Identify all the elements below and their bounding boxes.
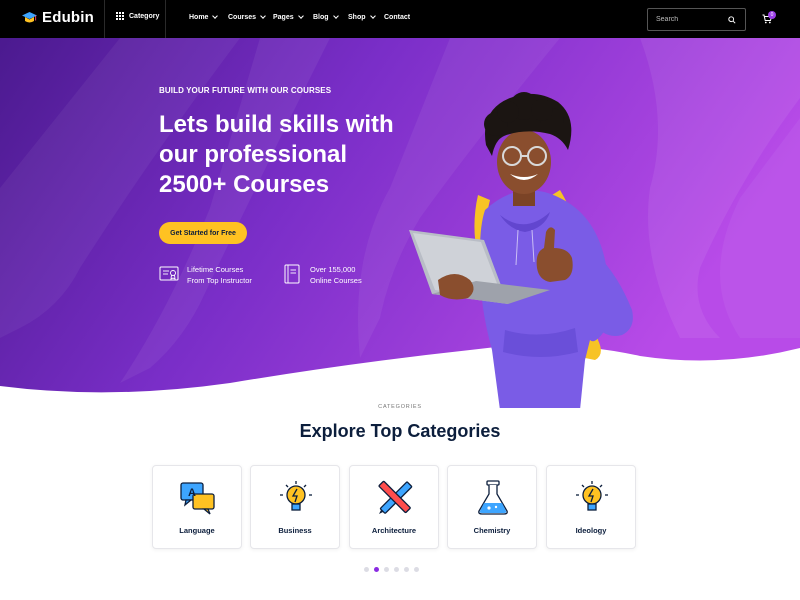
- nav-label: Pages: [273, 14, 294, 21]
- grid-icon: [116, 12, 124, 20]
- feature-line: Over 155,000: [310, 265, 356, 274]
- nav-item-blog[interactable]: Blog: [313, 13, 348, 21]
- brand-logo[interactable]: Edubin: [22, 9, 94, 26]
- category-label: Business: [278, 526, 312, 535]
- category-card-ideology[interactable]: Ideology: [546, 465, 636, 549]
- chevron-down-icon: [369, 13, 376, 19]
- category-carousel: A Language Business Architecture Chemist…: [152, 465, 636, 549]
- nav-item-home[interactable]: Home: [189, 13, 228, 21]
- nav-item-contact[interactable]: Contact: [384, 14, 410, 21]
- feature-line: Lifetime Courses: [187, 265, 244, 274]
- get-started-button[interactable]: Get Started for Free: [159, 222, 247, 244]
- brand-name: Edubin: [42, 9, 95, 26]
- search-icon[interactable]: [728, 16, 736, 24]
- nav-item-courses[interactable]: Courses: [228, 13, 273, 21]
- chevron-down-icon: [332, 13, 339, 19]
- book-icon: [284, 264, 300, 284]
- nav-divider: [165, 0, 166, 38]
- top-navbar: Edubin Category Home Courses Pages Blog …: [0, 0, 800, 38]
- feature-online-courses: Over 155,000 Online Courses: [282, 264, 362, 286]
- lightbulb-icon: [576, 481, 608, 511]
- category-card-architecture[interactable]: Architecture: [349, 465, 439, 549]
- chevron-down-icon: [212, 13, 219, 19]
- main-nav: Home Courses Pages Blog Shop Contact: [189, 13, 410, 21]
- category-label: Language: [179, 526, 215, 535]
- certificate-icon: [159, 266, 179, 281]
- search-input[interactable]: [656, 16, 726, 23]
- category-label: Ideology: [575, 526, 607, 535]
- nav-label: Blog: [313, 14, 329, 21]
- feature-text: Over 155,000 Online Courses: [310, 264, 362, 286]
- carousel-pagination: [364, 567, 419, 572]
- graduation-cap-icon: [22, 11, 37, 22]
- flask-icon: [478, 480, 508, 515]
- hero-title: Lets build skills with our professional …: [159, 110, 419, 200]
- ruler-pencil-icon: [378, 480, 413, 514]
- category-card-business[interactable]: Business: [250, 465, 340, 549]
- feature-line: From Top Instructor: [187, 276, 252, 285]
- hero-banner: BUILD YOUR FUTURE WITH OUR COURSES Lets …: [0, 38, 800, 408]
- carousel-dot[interactable]: [364, 567, 369, 572]
- student-with-laptop-image: [409, 92, 633, 408]
- hero-title-line: 2500+ Courses: [159, 171, 330, 198]
- category-card-chemistry[interactable]: Chemistry: [447, 465, 537, 549]
- categories-title: Explore Top Categories: [299, 421, 501, 441]
- feature-text: Lifetime Courses From Top Instructor: [187, 264, 252, 286]
- language-icon: A: [180, 482, 215, 515]
- nav-label: Home: [189, 14, 209, 21]
- nav-item-shop[interactable]: Shop: [348, 13, 384, 21]
- feature-line: Online Courses: [310, 276, 362, 285]
- nav-divider: [104, 0, 105, 38]
- nav-item-pages[interactable]: Pages: [273, 13, 313, 21]
- svg-text:A: A: [188, 487, 196, 499]
- carousel-dot[interactable]: [404, 567, 409, 572]
- lightbulb-icon: [280, 481, 312, 511]
- category-label: Category: [129, 12, 160, 20]
- category-label: Architecture: [371, 526, 417, 535]
- carousel-dot[interactable]: [414, 567, 419, 572]
- categories-eyebrow: CATEGORIES: [378, 404, 422, 410]
- feature-lifetime-courses: Lifetime Courses From Top Instructor: [159, 264, 252, 286]
- hero-tagline: BUILD YOUR FUTURE WITH OUR COURSES: [159, 86, 332, 95]
- carousel-dot[interactable]: [394, 567, 399, 572]
- nav-label: Contact: [384, 14, 411, 21]
- category-label: Chemistry: [473, 526, 511, 535]
- chevron-down-icon: [260, 13, 266, 19]
- chevron-down-icon: [297, 13, 304, 19]
- category-card-language[interactable]: A Language: [152, 465, 242, 549]
- category-menu-button[interactable]: Category: [116, 12, 159, 20]
- nav-label: Courses: [228, 14, 257, 21]
- carousel-dot[interactable]: [384, 567, 389, 572]
- nav-label: Shop: [348, 14, 366, 21]
- carousel-dot[interactable]: [374, 567, 379, 572]
- hero-title-line: our professional: [159, 141, 348, 168]
- cart-count-badge: 0: [768, 11, 776, 19]
- search-box: [647, 8, 746, 31]
- hero-title-line: Lets build skills with: [159, 111, 394, 138]
